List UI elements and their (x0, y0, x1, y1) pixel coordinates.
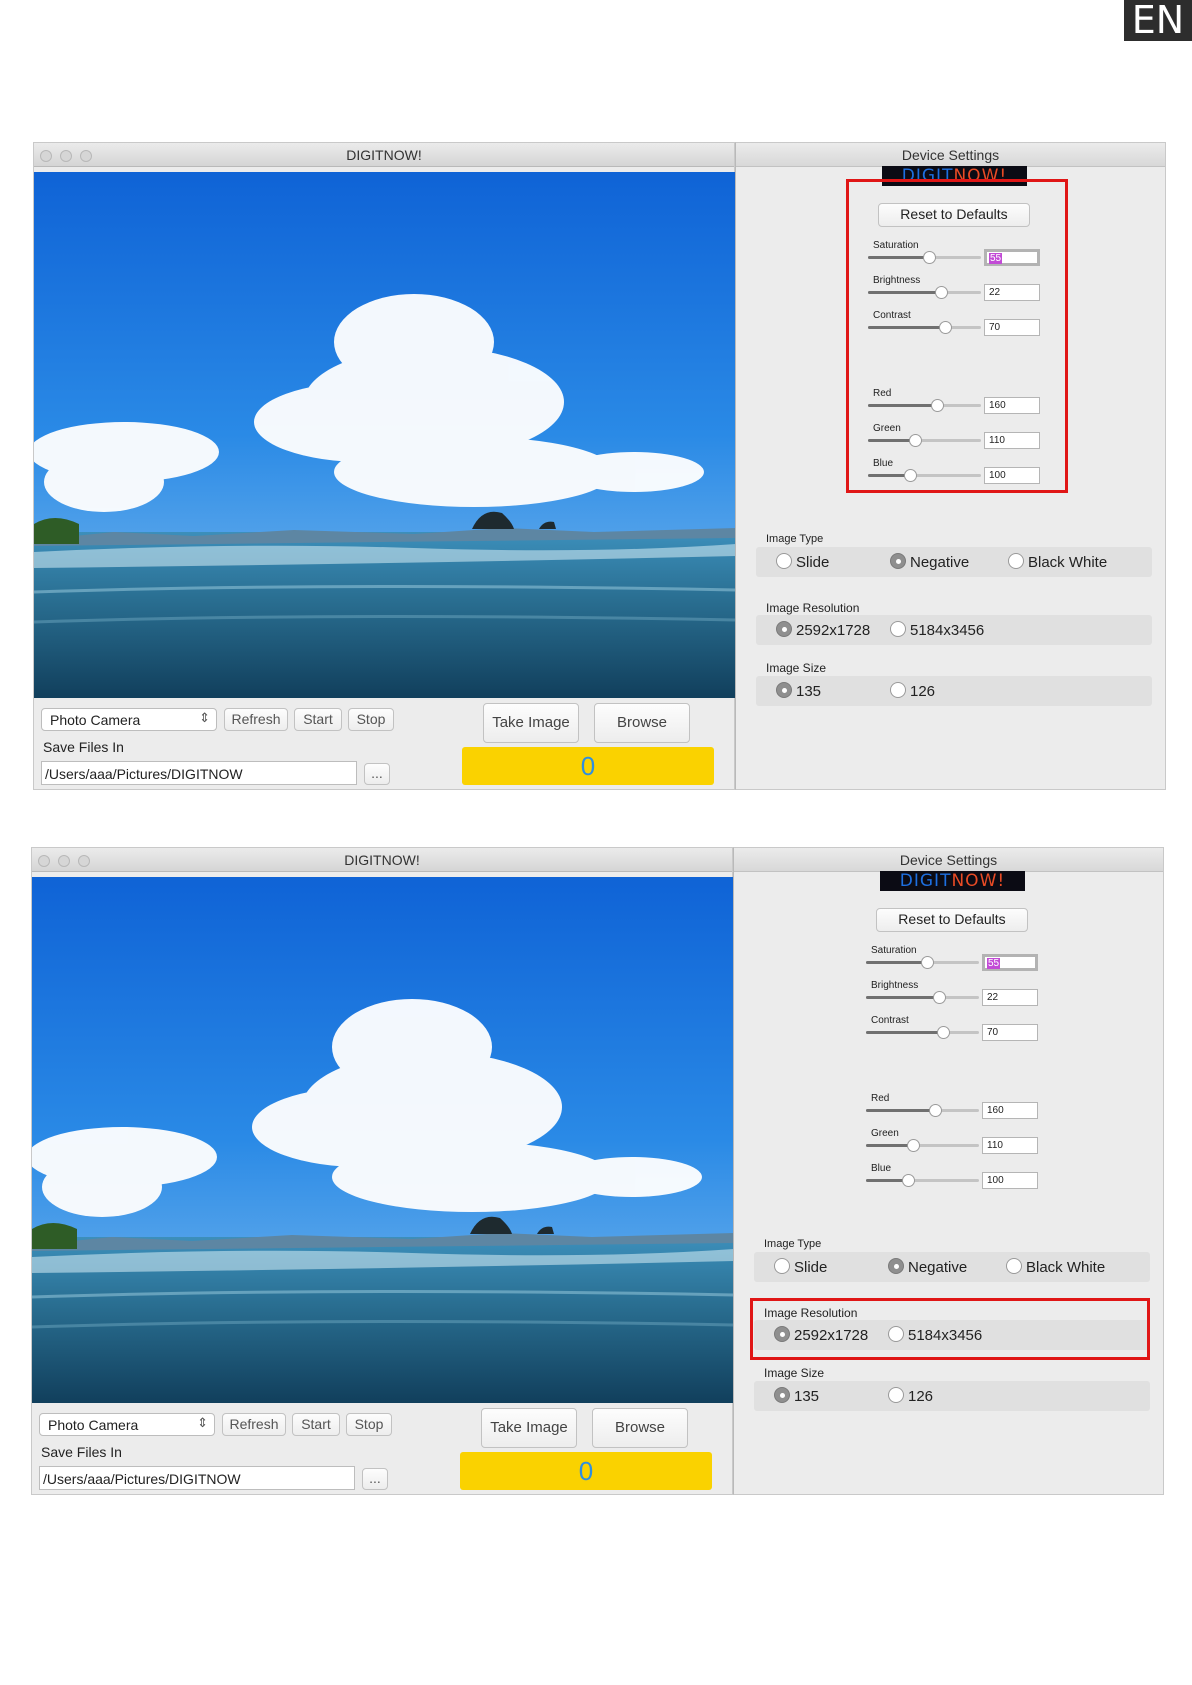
slider-label: Red (871, 1093, 890, 1104)
start-button[interactable]: Start (292, 1413, 340, 1436)
radio-negative[interactable]: Negative (888, 1258, 967, 1276)
start-button[interactable]: Start (294, 708, 342, 731)
chevron-updown-icon: ⇕ (199, 710, 210, 725)
image-size-group: 135 126 (756, 676, 1152, 706)
slider-green[interactable] (866, 1139, 979, 1152)
image-counter: 0 (460, 1452, 712, 1490)
radio-126[interactable]: 126 (888, 1387, 933, 1405)
value-field-saturation[interactable]: 55 (982, 954, 1038, 971)
slider-brightness[interactable] (866, 991, 979, 1004)
refresh-button[interactable]: Refresh (222, 1413, 286, 1436)
value-field-green[interactable]: 110 (982, 1137, 1038, 1154)
camera-preview (34, 172, 736, 698)
slider-red[interactable] (866, 1104, 979, 1117)
slider-label: Blue (871, 1163, 892, 1174)
slider-fill (866, 1109, 935, 1112)
main-window: DIGITNOW! Photo Camera ⇕ Refresh Start S… (33, 142, 736, 790)
image-type-label: Image Type (766, 533, 824, 545)
slider-knob[interactable] (901, 1174, 915, 1187)
slider-label: Green (871, 1128, 899, 1139)
image-type-label: Image Type (764, 1238, 822, 1250)
language-badge: EN (1124, 0, 1192, 41)
slider-label: Brightness (871, 980, 919, 991)
title-bar: DIGITNOW! (34, 143, 734, 167)
value-field-contrast[interactable]: 70 (982, 1024, 1038, 1041)
camera-preview (32, 877, 734, 1403)
slider-saturation[interactable] (866, 956, 979, 969)
image-size-label: Image Size (766, 661, 827, 675)
radio-135[interactable]: 135 (776, 682, 821, 700)
slider-knob[interactable] (933, 991, 947, 1004)
digitnow-logo: DIGITNOW! (880, 871, 1025, 891)
take-image-button[interactable]: Take Image (481, 1408, 577, 1448)
browse-button[interactable]: Browse (592, 1408, 688, 1448)
slider-knob[interactable] (921, 956, 935, 969)
radio-black-white[interactable]: Black White (1006, 1258, 1105, 1276)
source-select[interactable]: Photo Camera ⇕ (41, 708, 217, 731)
refresh-button[interactable]: Refresh (224, 708, 288, 731)
slider-fill (866, 1144, 914, 1147)
slider-fill (866, 1031, 943, 1034)
settings-title: Device Settings (734, 848, 1163, 872)
image-size-label: Image Size (764, 1366, 825, 1380)
save-path-field[interactable]: /Users/aaa/Pictures/DIGITNOW (41, 761, 357, 785)
choose-folder-button[interactable]: ... (364, 763, 390, 785)
image-type-group: Slide Negative Black White (756, 547, 1152, 577)
save-files-label: Save Files In (41, 1444, 122, 1460)
screenshot-1: DIGITNOW! Photo Camera ⇕ Refresh Start S… (33, 142, 1166, 790)
value-field-red[interactable]: 160 (982, 1102, 1038, 1119)
reset-defaults-button[interactable]: Reset to Defaults (876, 908, 1028, 932)
radio-2592x1728[interactable]: 2592x1728 (776, 621, 870, 639)
radio-135[interactable]: 135 (774, 1387, 819, 1405)
slider-blue[interactable] (866, 1174, 979, 1187)
window-title: DIGITNOW! (346, 147, 422, 163)
slider-knob[interactable] (936, 1026, 950, 1039)
choose-folder-button[interactable]: ... (362, 1468, 388, 1490)
value-field-brightness[interactable]: 22 (982, 989, 1038, 1006)
slider-label: Contrast (871, 1015, 909, 1026)
highlight-box-sliders (846, 179, 1068, 493)
slider-contrast[interactable] (866, 1026, 979, 1039)
save-path-field[interactable]: /Users/aaa/Pictures/DIGITNOW (39, 1466, 355, 1490)
image-counter: 0 (462, 747, 714, 785)
slider-fill (866, 961, 928, 964)
device-settings-panel: Device Settings DIGITNOW! Reset to Defau… (735, 142, 1166, 790)
main-window: DIGITNOW! Photo Camera ⇕ Refresh Start S… (31, 847, 734, 1495)
radio-126[interactable]: 126 (890, 682, 935, 700)
highlight-box-resolution (750, 1298, 1150, 1360)
image-resolution-group: 2592x1728 5184x3456 (756, 615, 1152, 645)
radio-negative[interactable]: Negative (890, 553, 969, 571)
radio-slide[interactable]: Slide (776, 553, 829, 571)
screenshot-2: DIGITNOW! Photo Camera ⇕ Refresh Start S… (31, 847, 1164, 1495)
value-field-blue[interactable]: 100 (982, 1172, 1038, 1189)
settings-title: Device Settings (736, 143, 1165, 167)
browse-button[interactable]: Browse (594, 703, 690, 743)
window-title: DIGITNOW! (344, 852, 420, 868)
radio-5184x3456[interactable]: 5184x3456 (890, 621, 984, 639)
image-type-group: Slide Negative Black White (754, 1252, 1150, 1282)
take-image-button[interactable]: Take Image (483, 703, 579, 743)
radio-black-white[interactable]: Black White (1008, 553, 1107, 571)
source-select[interactable]: Photo Camera ⇕ (39, 1413, 215, 1436)
chevron-updown-icon: ⇕ (197, 1415, 208, 1430)
slider-knob[interactable] (907, 1139, 921, 1152)
slider-label: Saturation (871, 945, 917, 956)
radio-slide[interactable]: Slide (774, 1258, 827, 1276)
image-resolution-label: Image Resolution (766, 601, 860, 615)
slider-fill (866, 996, 940, 999)
stop-button[interactable]: Stop (346, 1413, 392, 1436)
title-bar: DIGITNOW! (32, 848, 732, 872)
stop-button[interactable]: Stop (348, 708, 394, 731)
device-settings-panel: Device Settings DIGITNOW! Reset to Defau… (733, 847, 1164, 1495)
image-size-group: 135 126 (754, 1381, 1150, 1411)
save-files-label: Save Files In (43, 739, 124, 755)
slider-knob[interactable] (928, 1104, 942, 1117)
